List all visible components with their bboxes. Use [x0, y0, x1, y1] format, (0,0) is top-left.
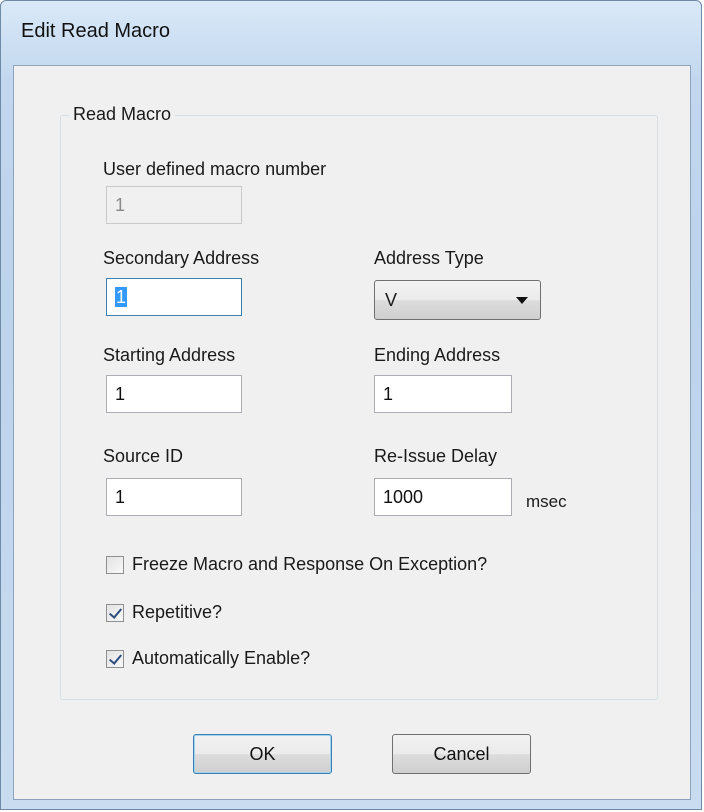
reissue-delay-unit: msec [526, 492, 567, 511]
address-type-label: Address Type [374, 248, 484, 268]
freeze-checkbox-row[interactable]: Freeze Macro and Response On Exception? [106, 554, 487, 575]
groupbox-label: Read Macro [69, 104, 176, 125]
freeze-checkbox-label: Freeze Macro and Response On Exception? [132, 554, 488, 574]
title-bar[interactable]: Edit Read Macro [1, 1, 701, 65]
address-type-value: V [385, 290, 398, 310]
read-macro-groupbox: Read Macro User defined macro number 1 S… [60, 104, 658, 700]
cancel-button[interactable]: Cancel [392, 734, 531, 774]
freeze-checkbox[interactable] [106, 555, 124, 574]
repetitive-checkbox-row[interactable]: Repetitive? [106, 602, 222, 623]
auto-enable-checkbox-row[interactable]: Automatically Enable? [106, 648, 310, 669]
secondary-address-input[interactable]: 1 [106, 278, 242, 316]
starting-address-input[interactable]: 1 [106, 375, 242, 413]
macro-number-input: 1 [106, 186, 242, 224]
auto-enable-checkbox-label: Automatically Enable? [132, 648, 311, 668]
address-type-select[interactable]: V [374, 280, 541, 320]
dialog-client-area: Read Macro User defined macro number 1 S… [13, 65, 691, 800]
ending-address-label: Ending Address [374, 345, 501, 365]
secondary-address-value: 1 [115, 287, 128, 307]
chevron-down-icon [516, 297, 528, 304]
ending-address-input[interactable]: 1 [374, 375, 512, 413]
source-id-input[interactable]: 1 [106, 478, 242, 516]
auto-enable-checkbox[interactable] [106, 649, 124, 668]
repetitive-checkbox-label: Repetitive? [132, 602, 223, 622]
repetitive-checkbox[interactable] [106, 603, 124, 622]
starting-address-label: Starting Address [103, 345, 236, 365]
secondary-address-label: Secondary Address [103, 248, 260, 268]
macro-number-label: User defined macro number [103, 159, 327, 179]
reissue-delay-input[interactable]: 1000 [374, 478, 512, 516]
reissue-delay-label: Re-Issue Delay [374, 446, 498, 466]
dialog-window: Edit Read Macro Read Macro User defined … [0, 0, 702, 810]
window-title: Edit Read Macro [21, 20, 170, 42]
source-id-label: Source ID [103, 446, 184, 466]
ok-button[interactable]: OK [193, 734, 332, 774]
